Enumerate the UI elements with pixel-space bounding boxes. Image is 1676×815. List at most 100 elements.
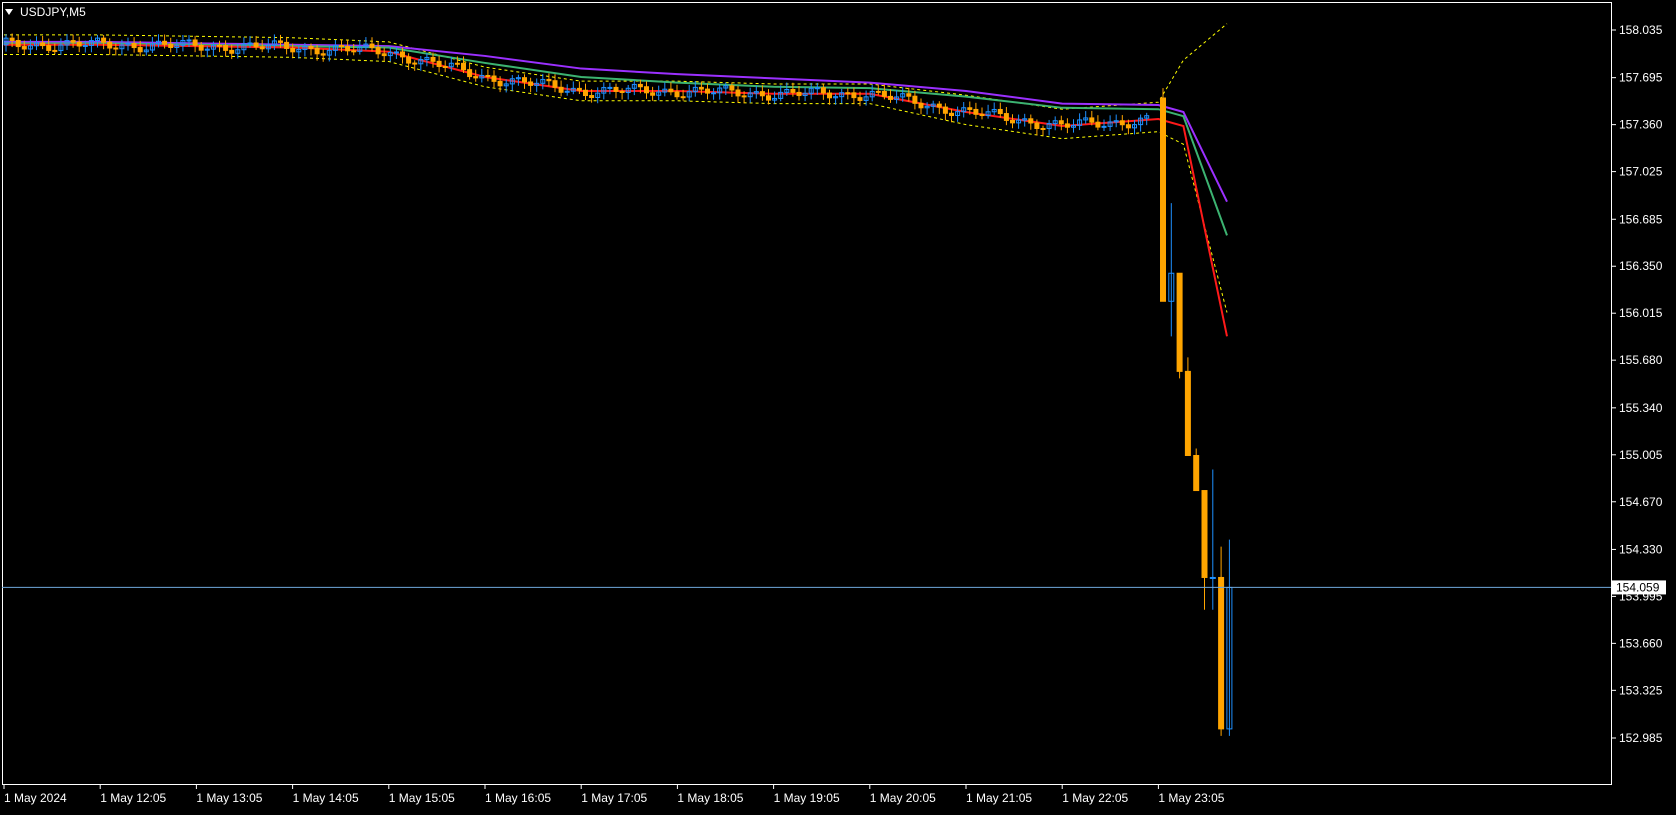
bear-candle: [400, 51, 405, 58]
bear-candle: [436, 60, 442, 68]
bear-candle: [107, 41, 113, 49]
bear-candle: [613, 86, 619, 92]
y-tick-label: 155.680: [1619, 353, 1663, 367]
bear-candle: [936, 103, 942, 108]
y-tick-label: 156.685: [1619, 212, 1663, 226]
bear-candle: [320, 53, 326, 56]
bull-candle: [607, 86, 613, 89]
bear-candle: [942, 106, 948, 114]
bear-candle: [1003, 113, 1009, 121]
bear-candle: [198, 44, 204, 51]
bear-candle: [15, 39, 21, 48]
bear-candle: [650, 92, 656, 96]
bear-candle: [1125, 124, 1131, 129]
bear-candle: [137, 47, 143, 53]
bear-candle: [131, 42, 137, 49]
bear-candle: [497, 80, 503, 87]
x-tick-label: 1 May 17:05: [581, 791, 647, 805]
bear-candle: [491, 75, 497, 82]
x-tick-label: 1 May 21:05: [966, 791, 1032, 805]
bear-candle: [552, 80, 558, 88]
x-tick-label: 1 May 16:05: [485, 791, 551, 805]
bear-candle: [827, 92, 832, 99]
bear-candle: [217, 44, 222, 47]
bear-candle: [21, 46, 27, 50]
bear-candle: [1028, 118, 1034, 124]
bear-candle: [52, 49, 58, 52]
bear-candle: [741, 95, 747, 98]
x-axis: 1 May 2024 1 May 12:05 1 May 13:05 1 May 14…: [3, 784, 1225, 805]
bear-candle: [1040, 127, 1046, 130]
bear-candle: [430, 56, 436, 62]
bear-candle: [40, 42, 46, 47]
bear-candle: [339, 45, 344, 48]
bear-candle: [546, 78, 552, 82]
bear-candle: [857, 97, 863, 101]
x-tick-label: 1 May 13:05: [196, 791, 262, 805]
bear-candle: [583, 89, 588, 97]
bear-candle: [820, 87, 826, 94]
y-tick-label: 157.360: [1619, 118, 1663, 132]
bear-candle: [674, 91, 680, 98]
bear-candle: [168, 43, 174, 49]
bear-candle: [473, 76, 479, 79]
bear-candle: [1089, 117, 1095, 123]
y-tick-label: 153.325: [1619, 683, 1663, 697]
bear-candle: [1218, 576, 1225, 730]
bear-candle: [223, 44, 229, 51]
bear-candle: [192, 39, 198, 46]
x-tick-label: 1 May 15:05: [389, 791, 455, 805]
bear-candle: [101, 37, 107, 43]
bear-candle: [997, 108, 1003, 115]
y-tick-label: 153.660: [1619, 636, 1663, 650]
bear-candle: [1160, 97, 1166, 302]
bear-candle: [705, 88, 710, 94]
bear-candle: [918, 102, 924, 109]
bull-candle: [1209, 576, 1216, 579]
bear-candle: [369, 43, 375, 49]
bear-candle: [619, 90, 625, 94]
bear-candle: [284, 41, 290, 49]
bear-candle: [1034, 122, 1040, 129]
y-tick-label: 154.330: [1619, 542, 1663, 556]
chart-menu-arrow-icon[interactable]: [5, 9, 13, 15]
bear-candle: [729, 85, 735, 91]
bear-candle: [576, 87, 582, 91]
bear-candle: [1176, 272, 1183, 372]
y-tick-label: 155.340: [1619, 401, 1663, 415]
bear-candle: [406, 56, 412, 64]
bull-candle: [393, 51, 399, 54]
y-tick-label: 158.035: [1619, 23, 1663, 37]
bull-candle: [186, 39, 192, 42]
bear-candle: [46, 45, 52, 51]
bear-candle: [644, 86, 649, 94]
bear-candle: [796, 91, 802, 97]
x-tick-label: 1 May 20:05: [870, 791, 936, 805]
bear-candle: [314, 47, 320, 55]
bear-candle: [1193, 455, 1200, 492]
y-tick-label: 157.025: [1619, 165, 1663, 179]
bear-candle: [308, 45, 314, 49]
bull-candle: [1101, 125, 1107, 128]
bull-candle: [711, 92, 717, 95]
chart-area[interactable]: 154.059 158.035 157.695 157.360 157.025 156.…: [0, 0, 1676, 810]
bull-candle: [814, 87, 820, 90]
bear-candle: [259, 46, 265, 50]
bear-candle: [875, 90, 881, 93]
bear-candle: [381, 53, 387, 57]
bear-candle: [345, 46, 351, 52]
bear-candle: [76, 41, 82, 47]
x-tick-label: 1 May 22:05: [1062, 791, 1128, 805]
bear-candle: [851, 92, 857, 99]
bear-candle: [1058, 120, 1064, 125]
y-axis: 158.035 157.695 157.360 157.025 156.685 156.3…: [1611, 23, 1663, 745]
bear-candle: [461, 62, 466, 71]
bear-candle: [888, 95, 893, 100]
y-tick-label: 155.005: [1619, 448, 1663, 462]
bear-candle: [881, 90, 887, 97]
bear-candle: [467, 69, 473, 78]
bear-candle: [967, 107, 973, 110]
bear-candle: [845, 92, 851, 95]
bear-candle: [454, 62, 460, 65]
bear-candle: [162, 40, 168, 45]
